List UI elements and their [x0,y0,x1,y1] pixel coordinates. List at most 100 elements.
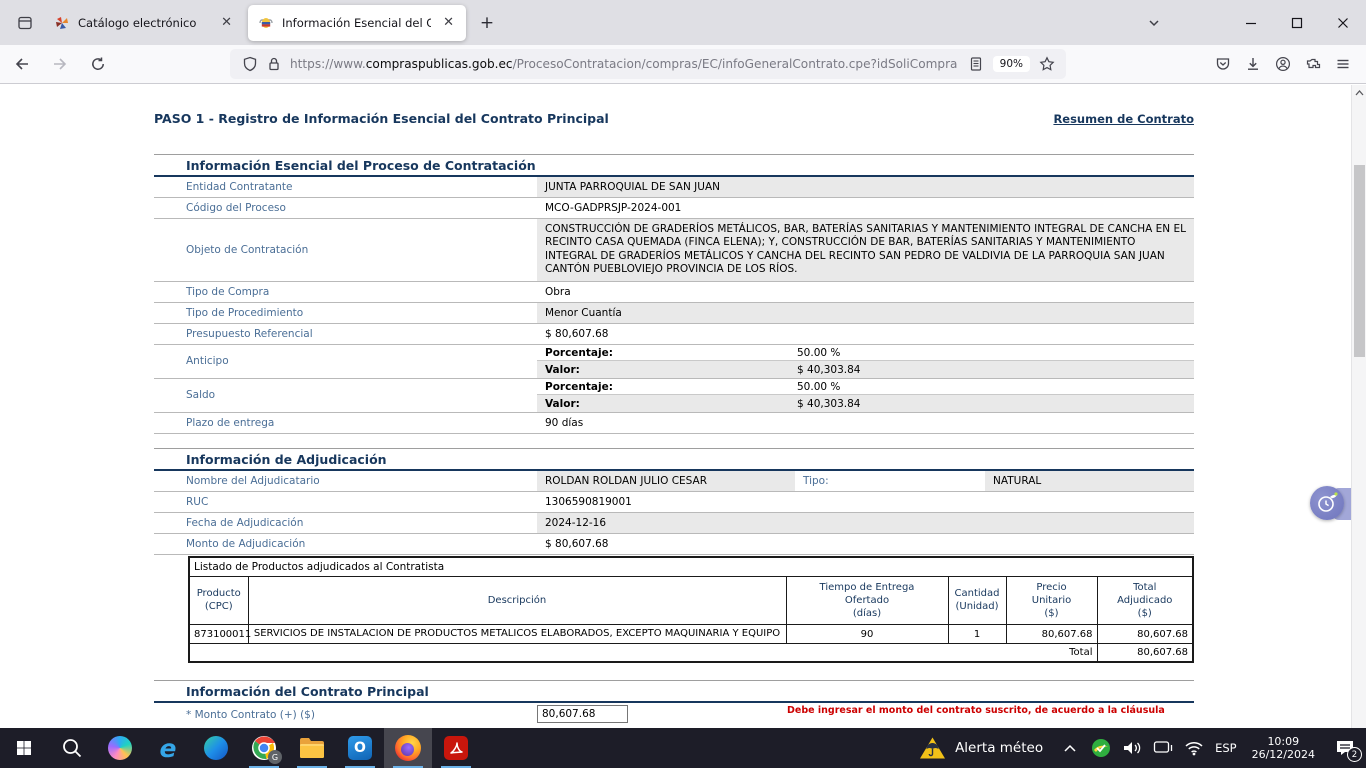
tab-informacion-esencial[interactable]: Información Esencial del Contra ✕ [248,5,466,41]
firefox-view-icon[interactable] [8,6,42,40]
vertical-scrollbar[interactable] [1351,85,1366,728]
table-row: Fecha de Adjudicación 2024-12-16 [154,513,1194,534]
show-hidden-icons-chevron[interactable] [1060,736,1080,760]
forward-icon[interactable] [44,48,76,80]
row-label: Fecha de Adjudicación [154,513,537,533]
copilot-icon[interactable] [96,728,144,768]
row-value: Obra [537,282,1194,302]
antivirus-tray-icon[interactable] [1091,736,1111,760]
downloads-icon[interactable] [1238,49,1268,79]
tipo-label: Tipo: [795,471,985,491]
total-label: Total [189,644,1097,663]
language-indicator[interactable]: ESP [1215,741,1237,755]
row-label: Monto de Adjudicación [154,534,537,554]
cell-cantidad: 1 [948,624,1006,644]
clock-wings-icon[interactable] [1310,486,1344,520]
maximize-button[interactable] [1274,0,1320,45]
section-title: Información del Contrato Principal [154,681,1194,703]
close-window-button[interactable] [1320,0,1366,45]
table-row: Objeto de Contratación CONSTRUCCIÓN DE G… [154,219,1194,282]
cell-cpc: 873100011 [189,624,248,644]
sub-label: Valor: [537,397,789,411]
url-text[interactable]: https://www.compraspublicas.gob.ec/Proce… [290,57,965,71]
reader-mode-icon[interactable] [968,56,984,72]
row-label: Código del Proceso [154,198,537,218]
start-button[interactable] [0,728,48,768]
resumen-contrato-link[interactable]: Resumen de Contrato [1053,112,1194,126]
tab-close-icon[interactable]: ✕ [217,15,236,30]
clock-time: 10:09 [1252,735,1315,749]
tracking-shield-icon[interactable] [242,56,258,72]
tab-catalogo-electronico[interactable]: Catálogo electrónico ✕ [44,5,244,41]
new-tab-button[interactable]: + [472,8,502,38]
chrome-icon[interactable]: G [240,728,288,768]
notification-count-badge: 2 [1347,747,1362,762]
zoom-level-badge[interactable]: 90% [993,56,1030,72]
screen: Catálogo electrónico ✕ Información Esenc… [0,0,1366,768]
browser-toolbar: https://www.compraspublicas.gob.ec/Proce… [0,45,1366,84]
row-value: ROLDAN ROLDAN JULIO CESAR [537,471,795,491]
table-row: Entidad Contratante JUNTA PARROQUIAL DE … [154,177,1194,198]
outlook-icon[interactable]: O [336,728,384,768]
menu-hamburger-icon[interactable] [1328,49,1358,79]
extensions-puzzle-icon[interactable] [1298,49,1328,79]
taskbar-clock[interactable]: 10:09 26/12/2024 [1252,735,1315,762]
tab-close-icon[interactable]: ✕ [439,15,458,30]
row-label: Nombre del Adjudicatario [154,471,537,491]
tipo-value: NATURAL [985,471,1194,491]
table-row: Tipo de Compra Obra [154,282,1194,303]
col-header-cpc: Producto (CPC) [189,576,248,624]
minimize-button[interactable] [1228,0,1274,45]
table-row: RUC 1306590819001 [154,492,1194,513]
tab-title: Información Esencial del Contra [282,16,431,30]
search-icon[interactable] [48,728,96,768]
page-title: PASO 1 - Registro de Información Esencia… [154,111,609,126]
monto-contrato-input[interactable] [537,705,628,723]
table-row-saldo: Saldo Porcentaje: 50.00 % Valor: $ 40,30… [154,379,1194,413]
pocket-icon[interactable] [1208,49,1238,79]
virtual-desktop-icon[interactable] [1153,736,1173,760]
products-table: Listado de Productos adjudicados al Cont… [188,556,1194,664]
row-label: Plazo de entrega [154,413,537,433]
clock-date: 26/12/2024 [1252,748,1315,762]
account-icon[interactable] [1268,49,1298,79]
row-value: Menor Cuantía [537,303,1194,323]
internet-explorer-icon[interactable]: e [144,728,192,768]
cell-tiempo: 90 [786,624,948,644]
toolbar-right-icons [1208,49,1358,79]
wifi-icon[interactable] [1184,736,1204,760]
weather-label: Alerta méteo [955,740,1043,756]
firefox-icon[interactable] [384,728,432,768]
cell-precio: 80,607.68 [1006,624,1097,644]
row-value: 90 días [537,413,1194,433]
volume-icon[interactable] [1122,736,1142,760]
row-value: $ 80,607.68 [537,324,1194,344]
bookmark-star-icon[interactable] [1039,56,1055,72]
table-row: Código del Proceso MCO-GADPRSJP-2024-001 [154,198,1194,219]
scrollbar-thumb[interactable] [1354,165,1365,357]
weather-alert-icon [919,736,946,760]
list-all-tabs-icon[interactable] [1138,7,1170,39]
sub-value: $ 40,303.84 [789,363,1194,377]
monto-contrato-row: * Monto Contrato (+) ($) Debe ingresar e… [154,703,1194,725]
section-title: Información Esencial del Proceso de Cont… [154,155,1194,177]
acrobat-icon[interactable] [432,728,480,768]
browser-tabstrip: Catálogo electrónico ✕ Información Esenc… [0,0,1366,45]
col-header-total: Total Adjudicado ($) [1097,576,1193,624]
row-label: Presupuesto Referencial [154,324,537,344]
action-center-icon[interactable]: 2 [1330,733,1360,763]
reload-icon[interactable] [82,48,114,80]
url-bar[interactable]: https://www.compraspublicas.gob.ec/Proce… [230,49,1066,79]
scroll-up-icon[interactable] [1352,85,1366,101]
cell-total: 80,607.68 [1097,624,1193,644]
window-controls [1228,0,1366,45]
catalogo-favicon-icon [54,15,70,31]
edge-icon[interactable] [192,728,240,768]
ecuador-coat-favicon-icon [258,15,274,31]
sub-value: 50.00 % [789,346,1194,360]
lock-icon[interactable] [266,56,282,72]
back-icon[interactable] [6,48,38,80]
weather-widget[interactable]: Alerta méteo [919,736,1043,760]
file-explorer-icon[interactable] [288,728,336,768]
floating-clock-widget[interactable] [1310,486,1350,522]
